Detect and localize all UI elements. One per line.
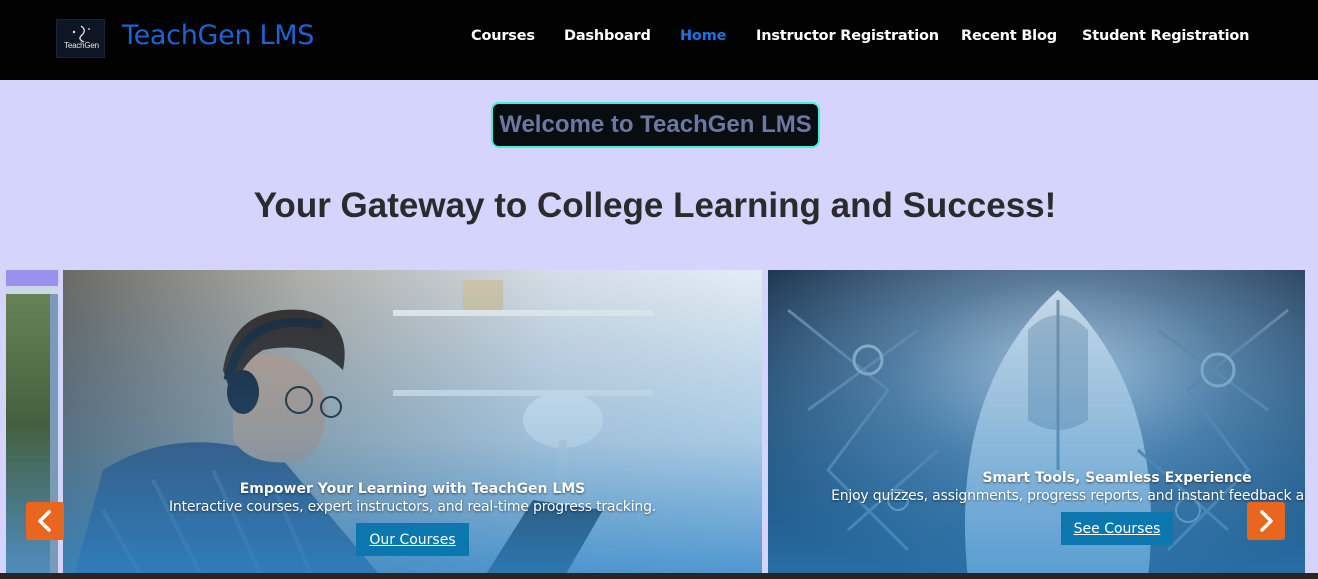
teachgen-logo-icon[interactable]: TeachGen [56, 19, 105, 58]
site-header: TeachGen TeachGen LMS Courses Dashboard … [0, 0, 1318, 80]
slide-2-caption: Smart Tools, Seamless Experience Enjoy q… [829, 470, 1305, 545]
carousel-next-button[interactable] [1247, 502, 1285, 540]
nav-home[interactable]: Home [680, 28, 726, 44]
see-courses-button[interactable]: See Courses [1060, 512, 1174, 545]
our-courses-button[interactable]: Our Courses [356, 523, 469, 556]
brand-title[interactable]: TeachGen LMS [122, 20, 314, 51]
carousel-prev-button[interactable] [26, 502, 64, 540]
page-tagline: Your Gateway to College Learning and Suc… [253, 186, 1057, 225]
nav-instructor-registration[interactable]: Instructor Registration [756, 28, 939, 44]
welcome-badge: Welcome to TeachGen LMS [491, 102, 820, 148]
hero-carousel: Empower Your Learning with TeachGen LMS … [0, 270, 1318, 579]
slide-1-caption: Empower Your Learning with TeachGen LMS … [63, 481, 762, 556]
chevron-left-icon [38, 510, 51, 532]
carousel-slide-1: Empower Your Learning with TeachGen LMS … [63, 270, 762, 579]
nav-dashboard[interactable]: Dashboard [564, 28, 651, 44]
chevron-right-icon [1260, 510, 1273, 532]
slide-2-text: Enjoy quizzes, assignments, progress rep… [831, 488, 1305, 504]
slide-1-text: Interactive courses, expert instructors,… [168, 499, 657, 515]
slide-1-title: Empower Your Learning with TeachGen LMS [239, 481, 586, 497]
logo-graphic [72, 25, 90, 43]
nav-student-registration[interactable]: Student Registration [1082, 28, 1249, 44]
nav-courses[interactable]: Courses [471, 28, 535, 44]
nav-recent-blog[interactable]: Recent Blog [961, 28, 1057, 44]
logo-text: TeachGen [64, 41, 99, 50]
slide-2-title: Smart Tools, Seamless Experience [982, 470, 1252, 486]
bottom-strip [0, 573, 1318, 579]
carousel-slide-2: Smart Tools, Seamless Experience Enjoy q… [768, 270, 1305, 579]
